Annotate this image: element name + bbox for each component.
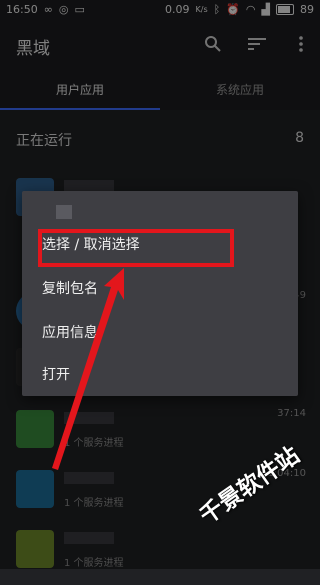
context-menu: 选择 / 取消选择 复制包名 应用信息 打开 <box>22 191 298 396</box>
menu-item-copy-package[interactable]: 复制包名 <box>42 269 282 309</box>
menu-item-open[interactable]: 打开 <box>42 355 282 395</box>
menu-item-app-info[interactable]: 应用信息 <box>42 313 282 353</box>
menu-header <box>56 205 72 219</box>
highlight-box <box>38 229 234 267</box>
